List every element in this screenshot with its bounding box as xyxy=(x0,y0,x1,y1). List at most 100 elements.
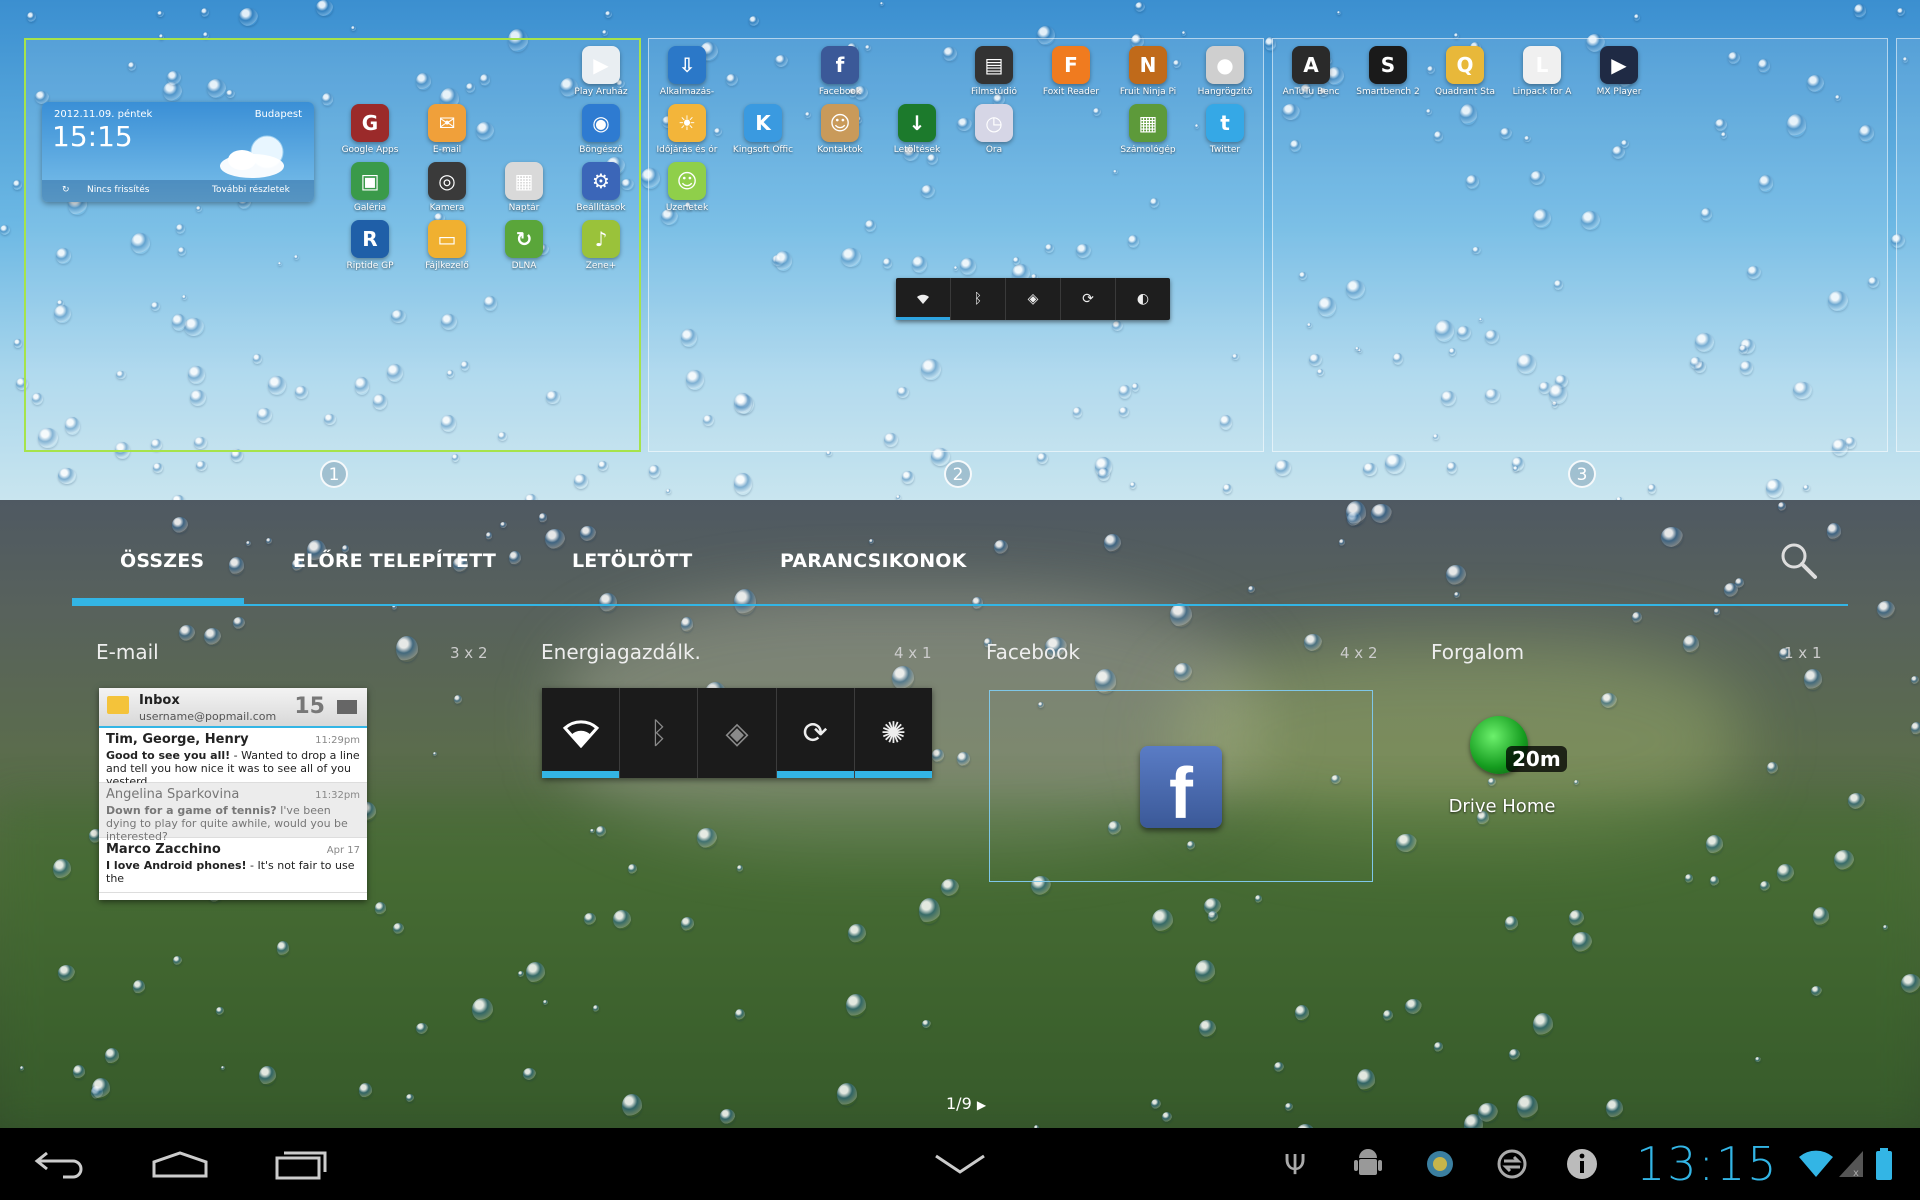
app-label: Fruit Ninja Pi xyxy=(1119,87,1177,97)
widget-title-traffic: Forgalom xyxy=(1431,640,1525,664)
app-shortcut[interactable]: S Smartbench 2 xyxy=(1349,46,1427,97)
raindrop xyxy=(993,540,1008,555)
app-shortcut[interactable]: ✉ E-mail xyxy=(408,104,486,155)
wifi-signal-icon[interactable] xyxy=(1796,1142,1836,1186)
email-subject: I love Android phones! xyxy=(106,859,247,872)
app-shortcut[interactable]: ♪ Zene+ xyxy=(562,220,640,271)
app-shortcut[interactable]: L Linpack for A xyxy=(1503,46,1581,97)
raindrop xyxy=(1447,462,1458,475)
app-shortcut[interactable]: N Fruit Ninja Pi xyxy=(1109,46,1187,97)
app-shortcut[interactable]: ◉ Böngésző xyxy=(562,104,640,155)
raindrop xyxy=(485,532,492,540)
app-shortcut[interactable]: ▣ Galéria xyxy=(331,162,409,213)
app-notification-icon[interactable] xyxy=(1422,1142,1458,1186)
page-indicator-3[interactable]: 3 xyxy=(1568,460,1596,488)
app-shortcut[interactable]: f Facebook xyxy=(801,46,879,97)
app-shortcut[interactable]: ◎ Kamera xyxy=(408,162,486,213)
app-shortcut[interactable]: ☀ Időjárás és ór xyxy=(648,104,726,155)
wifi-icon xyxy=(542,688,621,778)
home-button[interactable] xyxy=(150,1142,210,1186)
dlna-sync-icon[interactable] xyxy=(1494,1142,1530,1186)
app-shortcut[interactable]: ↓ Letöltések xyxy=(878,104,956,155)
raindrop xyxy=(1810,985,1822,997)
app-shortcut[interactable]: ▶ MX Player xyxy=(1580,46,1658,97)
app-shortcut[interactable]: ☺ Üzenetek xyxy=(648,162,726,213)
brightness-icon[interactable]: ◐ xyxy=(1116,278,1170,320)
app-icon: ● xyxy=(1206,46,1244,84)
raindrop xyxy=(845,994,866,1018)
raindrop xyxy=(1384,454,1405,475)
email-account: username@popmail.com xyxy=(139,710,277,723)
raindrop xyxy=(517,970,524,978)
mobile-signal-icon[interactable]: x xyxy=(1836,1142,1866,1186)
app-shortcut[interactable]: ◷ Óra xyxy=(955,104,1033,155)
tab-all[interactable]: ÖSSZES xyxy=(120,550,204,572)
page-indicator-2[interactable]: 2 xyxy=(944,460,972,488)
raindrop xyxy=(941,879,959,896)
widget-date: 2012.11.09. péntek xyxy=(54,109,153,120)
app-icon: ↻ xyxy=(505,220,543,258)
drawer-page-indicator[interactable]: 1/9 ▶ xyxy=(946,1094,986,1113)
search-icon[interactable] xyxy=(1778,540,1818,580)
tab-preinstalled[interactable]: ELŐRE TELEPÍTETT xyxy=(293,550,496,572)
status-clock[interactable]: 13:15 xyxy=(1636,1137,1779,1191)
app-shortcut[interactable]: ▶ Play Áruház xyxy=(562,46,640,97)
app-shortcut[interactable]: ⇩ Alkalmazás- xyxy=(648,46,726,97)
raindrop xyxy=(1826,522,1842,540)
recent-apps-button[interactable] xyxy=(272,1142,332,1186)
email-row: Angelina Sparkovina 11:32pm Down for a g… xyxy=(99,783,367,843)
widget-time: 15:15 xyxy=(52,120,133,153)
gps-icon[interactable]: ◈ xyxy=(1006,278,1061,320)
app-shortcut[interactable]: ▤ Filmstúdió xyxy=(955,46,1033,97)
widget-details-link[interactable]: További részletek xyxy=(212,185,290,195)
app-shortcut[interactable]: G Google Apps xyxy=(331,104,409,155)
app-shortcut[interactable]: A AnTuTu Benc xyxy=(1272,46,1350,97)
app-shortcut[interactable]: t Twitter xyxy=(1186,104,1264,155)
app-shortcut[interactable]: F Foxit Reader xyxy=(1032,46,1110,97)
app-shortcut[interactable]: Q Quadrant Sta xyxy=(1426,46,1504,97)
usb-icon[interactable]: Ψ xyxy=(1280,1142,1310,1186)
raindrop xyxy=(1161,1112,1172,1123)
app-shortcut[interactable]: ⚙ Beállítások xyxy=(562,162,640,213)
cloud-sun-icon xyxy=(220,135,284,178)
raindrop xyxy=(1661,527,1683,547)
app-shortcut[interactable]: ▦ Számológép xyxy=(1109,104,1187,155)
android-debug-icon[interactable] xyxy=(1350,1142,1386,1186)
app-shortcut[interactable]: ↻ DLNA xyxy=(485,220,563,271)
app-shortcut[interactable]: R Riptide GP xyxy=(331,220,409,271)
app-shortcut[interactable]: ▭ Fájlkezelő xyxy=(408,220,486,271)
battery-icon[interactable] xyxy=(1872,1142,1896,1186)
back-button[interactable] xyxy=(32,1142,88,1186)
tab-downloaded[interactable]: LETÖLTÖTT xyxy=(572,550,692,572)
info-icon[interactable] xyxy=(1564,1142,1600,1186)
refresh-icon[interactable]: ↻ xyxy=(62,185,70,195)
tab-shortcuts[interactable]: PARANCSIKONOK xyxy=(780,550,967,572)
home-screen-4-edge[interactable] xyxy=(1896,38,1920,452)
power-control-widget-preview[interactable]: ᛒ ◈ ⟳ ✺ xyxy=(542,688,933,778)
app-shortcut[interactable]: ▦ Naptár xyxy=(485,162,563,213)
raindrop xyxy=(526,962,545,983)
power-control-widget-small[interactable]: ᛒ ◈ ⟳ ◐ xyxy=(896,278,1170,320)
wifi-icon[interactable] xyxy=(896,278,951,320)
raindrop xyxy=(1181,31,1187,36)
app-icon: ♪ xyxy=(582,220,620,258)
app-shortcut[interactable]: K Kingsoft Offic xyxy=(724,104,802,155)
app-shortcut[interactable]: ● Hangrögzítő xyxy=(1186,46,1264,97)
raindrop xyxy=(956,751,970,766)
sync-icon[interactable]: ⟳ xyxy=(1061,278,1116,320)
home-screen-3[interactable] xyxy=(1272,38,1888,452)
email-widget-preview[interactable]: Inbox username@popmail.com 15 Tim, Georg… xyxy=(99,688,367,900)
raindrop xyxy=(27,11,36,23)
app-shortcut[interactable]: ☺ Kontaktok xyxy=(801,104,879,155)
weather-clock-widget[interactable]: 2012.11.09. péntek Budapest 15:15 ↻ Ninc… xyxy=(42,102,314,202)
home-screen-2[interactable] xyxy=(648,38,1264,452)
app-label: Google Apps xyxy=(341,145,399,155)
traffic-widget-preview[interactable]: 20m xyxy=(1466,710,1567,794)
page-indicator-1[interactable]: 1 xyxy=(320,460,348,488)
app-icon: ◷ xyxy=(975,104,1013,142)
hide-keyboard-button[interactable] xyxy=(932,1142,988,1186)
raindrop xyxy=(1284,1102,1293,1112)
bluetooth-icon[interactable]: ᛒ xyxy=(951,278,1006,320)
raindrop xyxy=(880,1,885,7)
app-label: E-mail xyxy=(432,145,462,155)
